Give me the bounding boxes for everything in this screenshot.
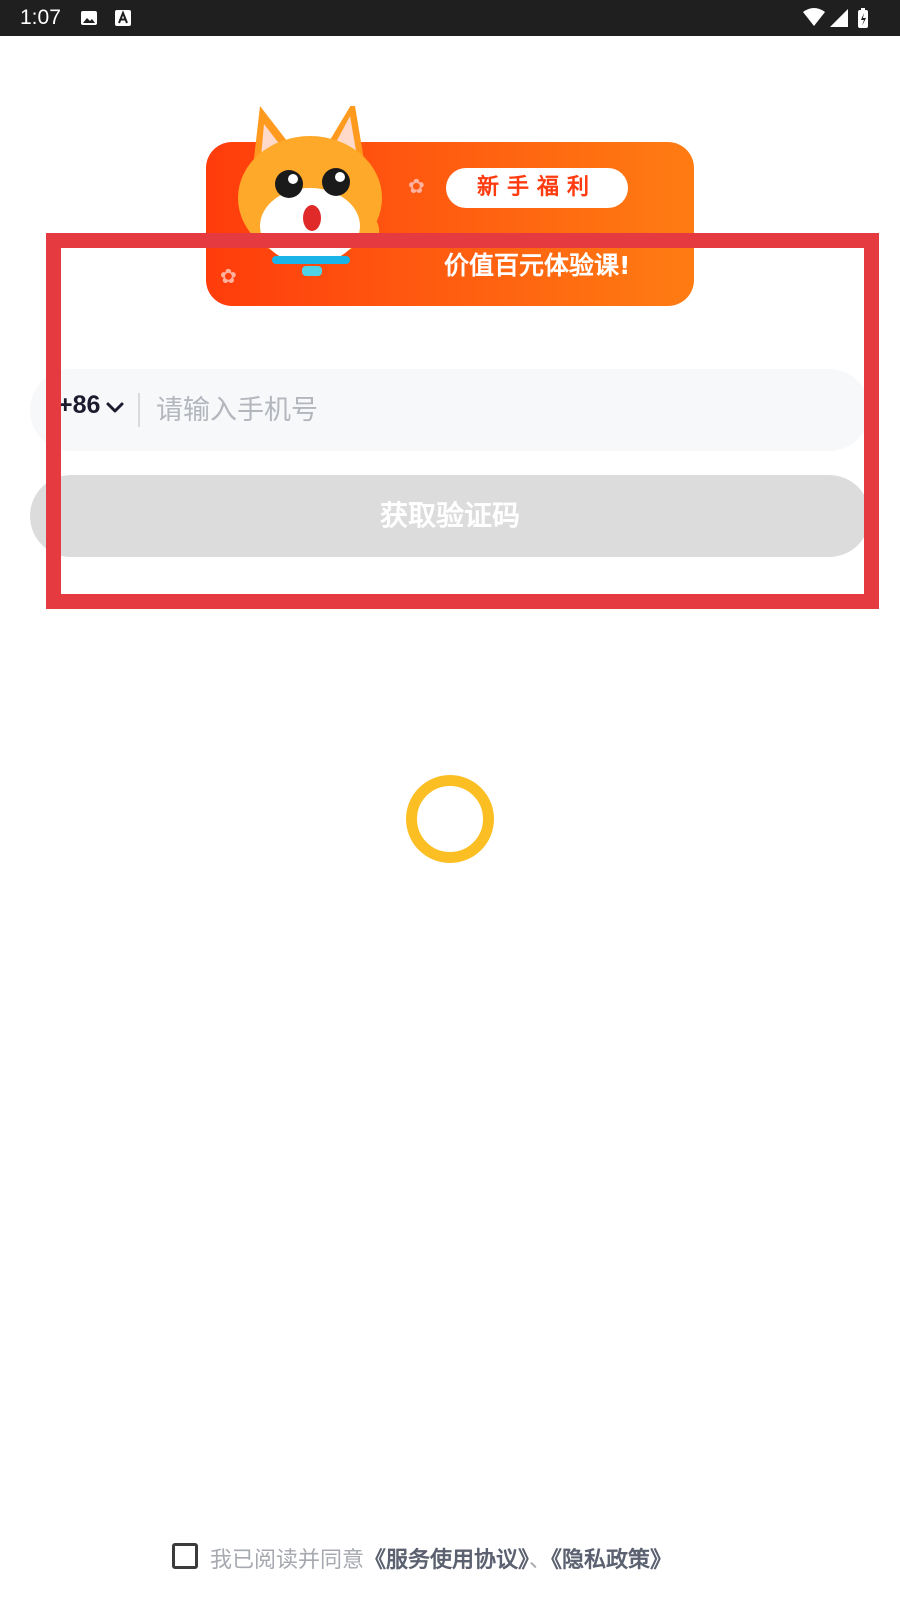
banner-tag: 新手福利 [446,168,628,208]
service-agreement-link[interactable]: 《服务使用协议》 [364,1548,529,1573]
wifi-icon [803,8,825,26]
a-notification-icon [115,10,131,26]
status-time: 1:07 [20,6,61,29]
agreement-prefix: 我已阅读并同意 [210,1548,365,1573]
agreement-checkbox[interactable] [172,1543,198,1569]
highlight-box [46,233,879,609]
image-icon [81,11,97,25]
agreement-text: 我已阅读并同意《服务使用协议》、《隐私政策》 [210,1542,672,1574]
system-status-icons [803,8,868,28]
privacy-policy-link[interactable]: 《隐私政策》 [551,1548,672,1573]
star-decoration-icon: ✿ [408,174,425,198]
status-bar: 1:07 [0,0,900,36]
signal-icon [830,9,848,27]
loading-spinner [406,775,494,863]
agreement-separator: 、 [529,1548,552,1573]
